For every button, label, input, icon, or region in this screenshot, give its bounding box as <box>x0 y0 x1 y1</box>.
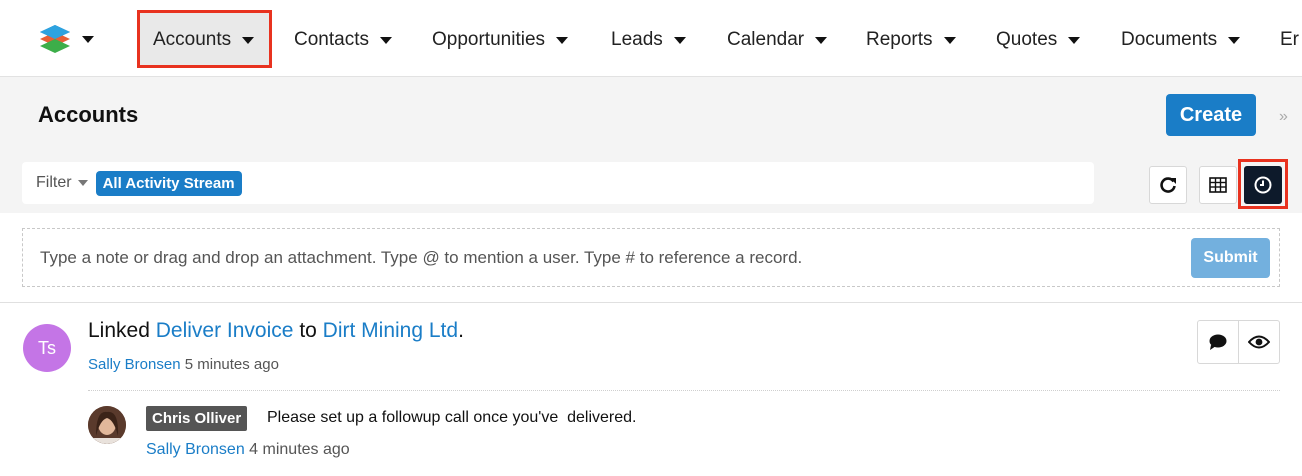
nav-item-accounts[interactable]: Accounts <box>153 22 255 58</box>
nav-item-label: Leads <box>611 29 663 50</box>
eye-icon <box>1248 335 1270 349</box>
chevron-down-icon <box>556 36 569 44</box>
logo-icon <box>40 25 70 53</box>
nav-item-label: Contacts <box>294 29 369 50</box>
composer-placeholder[interactable]: Type a note or drag and drop an attachme… <box>40 248 802 268</box>
expand-sidebar-icon[interactable]: » <box>1279 108 1288 126</box>
nav-item-opportunities[interactable]: Opportunities <box>432 22 569 58</box>
divider <box>0 302 1302 303</box>
chevron-down-icon <box>82 35 94 43</box>
nav-item-contacts[interactable]: Contacts <box>294 22 392 58</box>
activity-summary: Linked Deliver Invoice to Dirt Mining Lt… <box>88 319 464 343</box>
nav-item-label: Opportunities <box>432 29 546 50</box>
chevron-down-icon <box>242 36 255 44</box>
author-link[interactable]: Sally Bronsen <box>146 441 245 458</box>
mention-tag[interactable]: Chris Olliver <box>146 406 248 431</box>
active-view-highlight <box>1238 159 1288 209</box>
table-icon <box>1209 177 1227 193</box>
chevron-down-icon <box>379 36 392 44</box>
activity-connector: to <box>299 319 317 342</box>
activity-actions <box>1197 320 1280 364</box>
chevron-down-icon <box>1068 36 1081 44</box>
submit-button[interactable]: Submit <box>1191 238 1270 278</box>
preview-button[interactable] <box>1238 321 1279 363</box>
comment-separator <box>88 390 1280 391</box>
comment-text: Please set up a followup call once you'v… <box>267 409 637 426</box>
refresh-button[interactable] <box>1149 166 1187 204</box>
list-view-button[interactable] <box>1199 166 1237 204</box>
nav-item-label: Accounts <box>153 29 232 50</box>
comment-time: 4 minutes ago <box>249 441 350 458</box>
activity-meta: Sally Bronsen 5 minutes ago <box>88 356 279 373</box>
chevron-down-icon <box>1228 36 1241 44</box>
nav-item-label: Quotes <box>996 29 1058 50</box>
activity-end: . <box>458 319 464 342</box>
nav-item-label: Calendar <box>727 29 805 50</box>
nav-item-label: Er <box>1280 29 1299 50</box>
chevron-down-icon <box>77 180 88 186</box>
record-link[interactable]: Deliver Invoice <box>156 319 294 342</box>
chevron-down-icon <box>673 36 686 44</box>
chevron-down-icon <box>943 36 956 44</box>
filter-label: Filter <box>36 174 72 191</box>
avatar: Ts <box>23 324 71 372</box>
nav-item-quotes[interactable]: Quotes <box>996 22 1081 58</box>
page-title: Accounts <box>38 102 139 127</box>
nav-item-truncated[interactable]: Er <box>1280 22 1299 58</box>
nav-item-reports[interactable]: Reports <box>866 22 956 58</box>
nav-item-leads[interactable]: Leads <box>611 22 686 58</box>
author-link[interactable]: Sally Bronsen <box>88 356 181 373</box>
nav-item-label: Documents <box>1121 29 1218 50</box>
activity-time: 5 minutes ago <box>184 356 279 373</box>
chevron-down-icon <box>815 36 828 44</box>
nav-item-documents[interactable]: Documents <box>1121 22 1241 58</box>
comment-button[interactable] <box>1198 321 1238 363</box>
comment-icon <box>1209 334 1227 350</box>
filter-pill[interactable]: All Activity Stream <box>95 170 242 196</box>
comment-meta: Sally Bronsen 4 minutes ago <box>146 441 350 459</box>
avatar <box>88 406 126 444</box>
activity-verb: Linked <box>88 319 150 342</box>
create-button[interactable]: Create <box>1166 94 1256 136</box>
app-menu[interactable] <box>38 22 102 56</box>
filter-bar[interactable]: Filter All Activity Stream <box>22 162 1094 204</box>
target-link[interactable]: Dirt Mining Ltd <box>323 319 458 342</box>
nav-item-label: Reports <box>866 29 933 50</box>
filter-dropdown[interactable]: Filter <box>36 174 88 192</box>
refresh-icon <box>1160 177 1176 193</box>
nav-item-calendar[interactable]: Calendar <box>727 22 828 58</box>
